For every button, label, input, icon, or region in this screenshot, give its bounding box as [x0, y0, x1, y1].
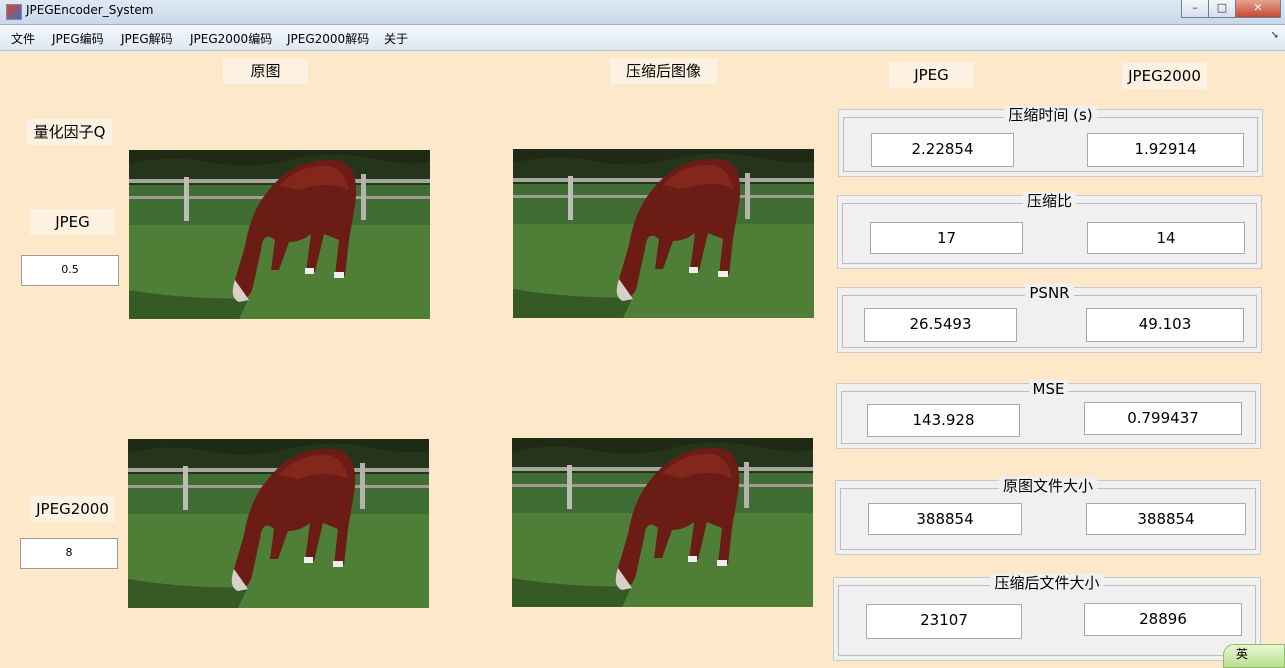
jpeg2000-compressed-image	[512, 438, 813, 607]
compress-ratio-panel: 压缩比 17 14	[837, 192, 1262, 269]
jpeg2000-row-label: JPEG2000	[30, 496, 115, 522]
jpeg-original-image	[129, 150, 430, 319]
jpeg-column-label: JPEG	[889, 62, 974, 88]
psnr-jpeg2000-value: 49.103	[1086, 308, 1244, 342]
orig-size-jpeg-value: 388854	[868, 503, 1022, 535]
jpeg2000-original-image	[128, 439, 429, 608]
compress-ratio-jpeg-value: 17	[870, 222, 1023, 254]
mse-jpeg-value: 143.928	[867, 404, 1020, 437]
menu-jpeg2000-encode[interactable]: JPEG2000编码	[190, 30, 272, 47]
jpeg2000-column-label: JPEG2000	[1122, 63, 1207, 89]
jpeg-q-input[interactable]: 0.5	[21, 255, 119, 286]
jpeg-compressed-image	[513, 149, 814, 318]
minimize-button[interactable]: –	[1181, 0, 1209, 18]
menu-jpeg2000-decode[interactable]: JPEG2000解码	[287, 30, 369, 47]
comp-size-jpeg2000-value: 28896	[1084, 603, 1242, 636]
jpeg2000-q-input[interactable]: 8	[20, 538, 118, 569]
compress-time-panel: 压缩时间 (s) 2.22854 1.92914	[838, 106, 1263, 177]
close-button[interactable]: ✕	[1235, 0, 1281, 18]
psnr-title: PSNR	[1025, 284, 1074, 302]
title-bar: JPEGEncoder_System – □ ✕	[0, 0, 1285, 25]
psnr-jpeg-value: 26.5493	[864, 308, 1017, 342]
psnr-panel: PSNR 26.5493 49.103	[837, 284, 1262, 353]
menu-jpeg-decode[interactable]: JPEG解码	[121, 30, 173, 47]
menu-about[interactable]: 关于	[384, 30, 408, 47]
compress-time-title: 压缩时间 (s)	[1004, 106, 1097, 124]
menu-file[interactable]: 文件	[11, 30, 35, 47]
comp-size-jpeg-value: 23107	[866, 604, 1022, 639]
compress-ratio-jpeg2000-value: 14	[1087, 222, 1245, 254]
compress-ratio-title: 压缩比	[1022, 192, 1076, 210]
orig-size-panel: 原图文件大小 388854 388854	[835, 477, 1261, 555]
mse-title: MSE	[1028, 380, 1069, 398]
quant-factor-label: 量化因子Q	[27, 119, 112, 145]
compress-time-jpeg2000-value: 1.92914	[1087, 133, 1244, 167]
orig-size-title: 原图文件大小	[998, 477, 1097, 495]
comp-size-title: 压缩后文件大小	[990, 574, 1104, 592]
mse-panel: MSE 143.928 0.799437	[836, 380, 1261, 449]
mse-jpeg2000-value: 0.799437	[1084, 402, 1242, 435]
jpeg-row-label: JPEG	[30, 209, 115, 235]
original-image-label: 原图	[223, 58, 308, 84]
menu-overflow-icon[interactable]: ➘	[1271, 30, 1279, 41]
main-panel: 原图 压缩后图像 JPEG JPEG2000 量化因子Q JPEG 0.5 JP…	[0, 51, 1285, 663]
menu-bar: 文件 JPEG编码 JPEG解码 JPEG2000编码 JPEG2000解码 关…	[0, 25, 1285, 51]
matlab-app-icon	[6, 4, 22, 20]
orig-size-jpeg2000-value: 388854	[1086, 503, 1246, 535]
compressed-image-label: 压缩后图像	[610, 58, 717, 84]
window-title: JPEGEncoder_System	[26, 3, 154, 17]
ime-language-indicator[interactable]: 英	[1223, 644, 1285, 668]
maximize-button[interactable]: □	[1208, 0, 1236, 18]
menu-jpeg-encode[interactable]: JPEG编码	[52, 30, 104, 47]
comp-size-panel: 压缩后文件大小 23107 28896	[833, 574, 1261, 661]
compress-time-jpeg-value: 2.22854	[871, 133, 1014, 167]
